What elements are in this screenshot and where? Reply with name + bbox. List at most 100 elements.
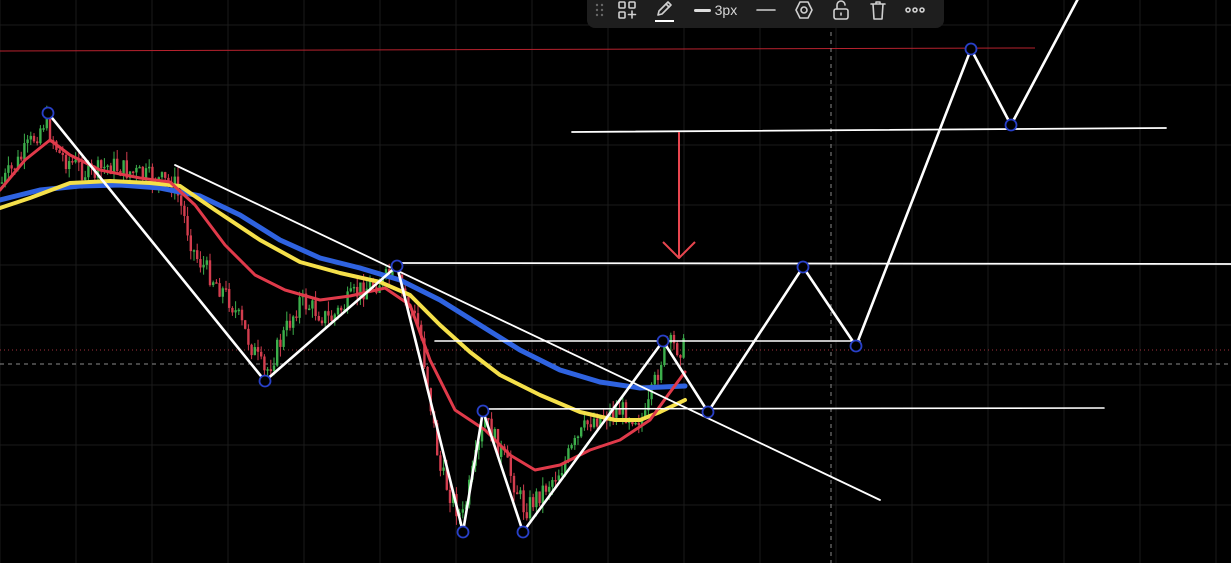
candle-body (144, 168, 148, 179)
candle-body (672, 334, 676, 344)
candle-body (148, 166, 151, 169)
pivot-marker[interactable] (516, 525, 530, 539)
drag-grip-icon[interactable] (593, 0, 607, 24)
price-chart[interactable] (0, 0, 1231, 563)
candle-body (573, 438, 576, 446)
candle-body (516, 492, 519, 495)
candle-body (509, 457, 512, 476)
candle-body (461, 509, 464, 513)
candle-body (586, 420, 589, 425)
candle-body (132, 171, 135, 174)
pivot-marker[interactable] (964, 42, 978, 56)
pivot-markers (41, 42, 1018, 539)
candle-body (324, 311, 327, 324)
candle-body (532, 497, 535, 508)
candle-body (676, 343, 679, 356)
lock-button[interactable] (826, 0, 855, 24)
horizontal-level (571, 127, 1167, 133)
candle-body (10, 165, 13, 169)
candle-body (160, 172, 164, 178)
candle-body (528, 497, 532, 519)
pivot-marker[interactable] (796, 260, 810, 274)
candle-body (317, 315, 320, 321)
candle-body (576, 436, 580, 439)
candle-body (218, 283, 221, 297)
candle-body (548, 486, 551, 492)
candle-body (228, 288, 231, 308)
candle-body (311, 300, 314, 309)
candle-body (80, 162, 84, 180)
candle-body (39, 128, 42, 144)
candle-body (276, 339, 279, 366)
line-style-button[interactable] (752, 0, 781, 24)
candle-body (679, 355, 682, 358)
candle-body (330, 315, 333, 321)
candle-body (208, 260, 212, 286)
pivot-marker[interactable] (1004, 118, 1018, 132)
candle-body (84, 177, 87, 180)
candle-body (164, 172, 167, 178)
trend-line-descending (174, 164, 881, 501)
candle-body (237, 309, 240, 312)
candle-body (554, 480, 557, 482)
candle-body (260, 351, 263, 357)
templates-icon (618, 1, 637, 19)
trash-icon (870, 1, 886, 20)
candle-body (592, 418, 596, 428)
candle-body (487, 418, 490, 420)
candle-body (327, 311, 330, 316)
candle-body (656, 374, 660, 381)
settings-button[interactable] (789, 0, 818, 24)
candle-body (71, 161, 74, 163)
candle-body (336, 307, 340, 315)
candle-body (266, 369, 269, 371)
candle-body (557, 475, 560, 481)
candle-body (352, 286, 356, 289)
candle-body (589, 424, 592, 428)
candle-body (349, 288, 352, 292)
candle-body (535, 491, 538, 508)
pivot-marker[interactable] (701, 405, 715, 419)
pivot-marker[interactable] (390, 259, 404, 273)
lock-icon (833, 0, 849, 20)
resistance-line (0, 47, 1036, 52)
candle-body (224, 288, 228, 290)
color-pencil-button[interactable] (650, 0, 679, 24)
candle-body (212, 282, 215, 286)
candle-body (615, 408, 618, 418)
candle-body (269, 369, 272, 372)
candle-body (221, 288, 224, 297)
line-width-button[interactable]: 3px (687, 0, 744, 24)
candle-body (439, 455, 442, 471)
candle-body (448, 489, 452, 503)
candle-body (279, 339, 282, 347)
delete-button[interactable] (863, 0, 892, 24)
candle-body (272, 365, 276, 372)
templates-button[interactable] (613, 0, 642, 24)
candle-body (346, 291, 349, 310)
color-swatch (654, 20, 675, 22)
candle-body (61, 152, 64, 155)
candle-body (205, 260, 208, 265)
pivot-marker[interactable] (656, 334, 670, 348)
candle-body (292, 316, 295, 328)
candle-body (282, 330, 285, 347)
candle-body (240, 309, 244, 321)
candle-body (106, 165, 109, 168)
pivot-marker[interactable] (849, 339, 863, 353)
pivot-marker[interactable] (41, 106, 55, 120)
candle-body (551, 480, 554, 487)
candle-body (295, 316, 298, 318)
candle-body (634, 422, 637, 425)
more-button[interactable] (901, 0, 930, 24)
candle-body (116, 158, 119, 171)
pivot-marker[interactable] (258, 374, 272, 388)
candle-body (23, 143, 26, 160)
drawing-toolbar: 3px (587, 0, 944, 28)
candle-body (442, 467, 445, 471)
candle-body (285, 320, 288, 331)
candle-body (100, 160, 103, 169)
pivot-marker[interactable] (456, 525, 470, 539)
pivot-marker[interactable] (476, 404, 490, 418)
candle-body (202, 264, 205, 268)
